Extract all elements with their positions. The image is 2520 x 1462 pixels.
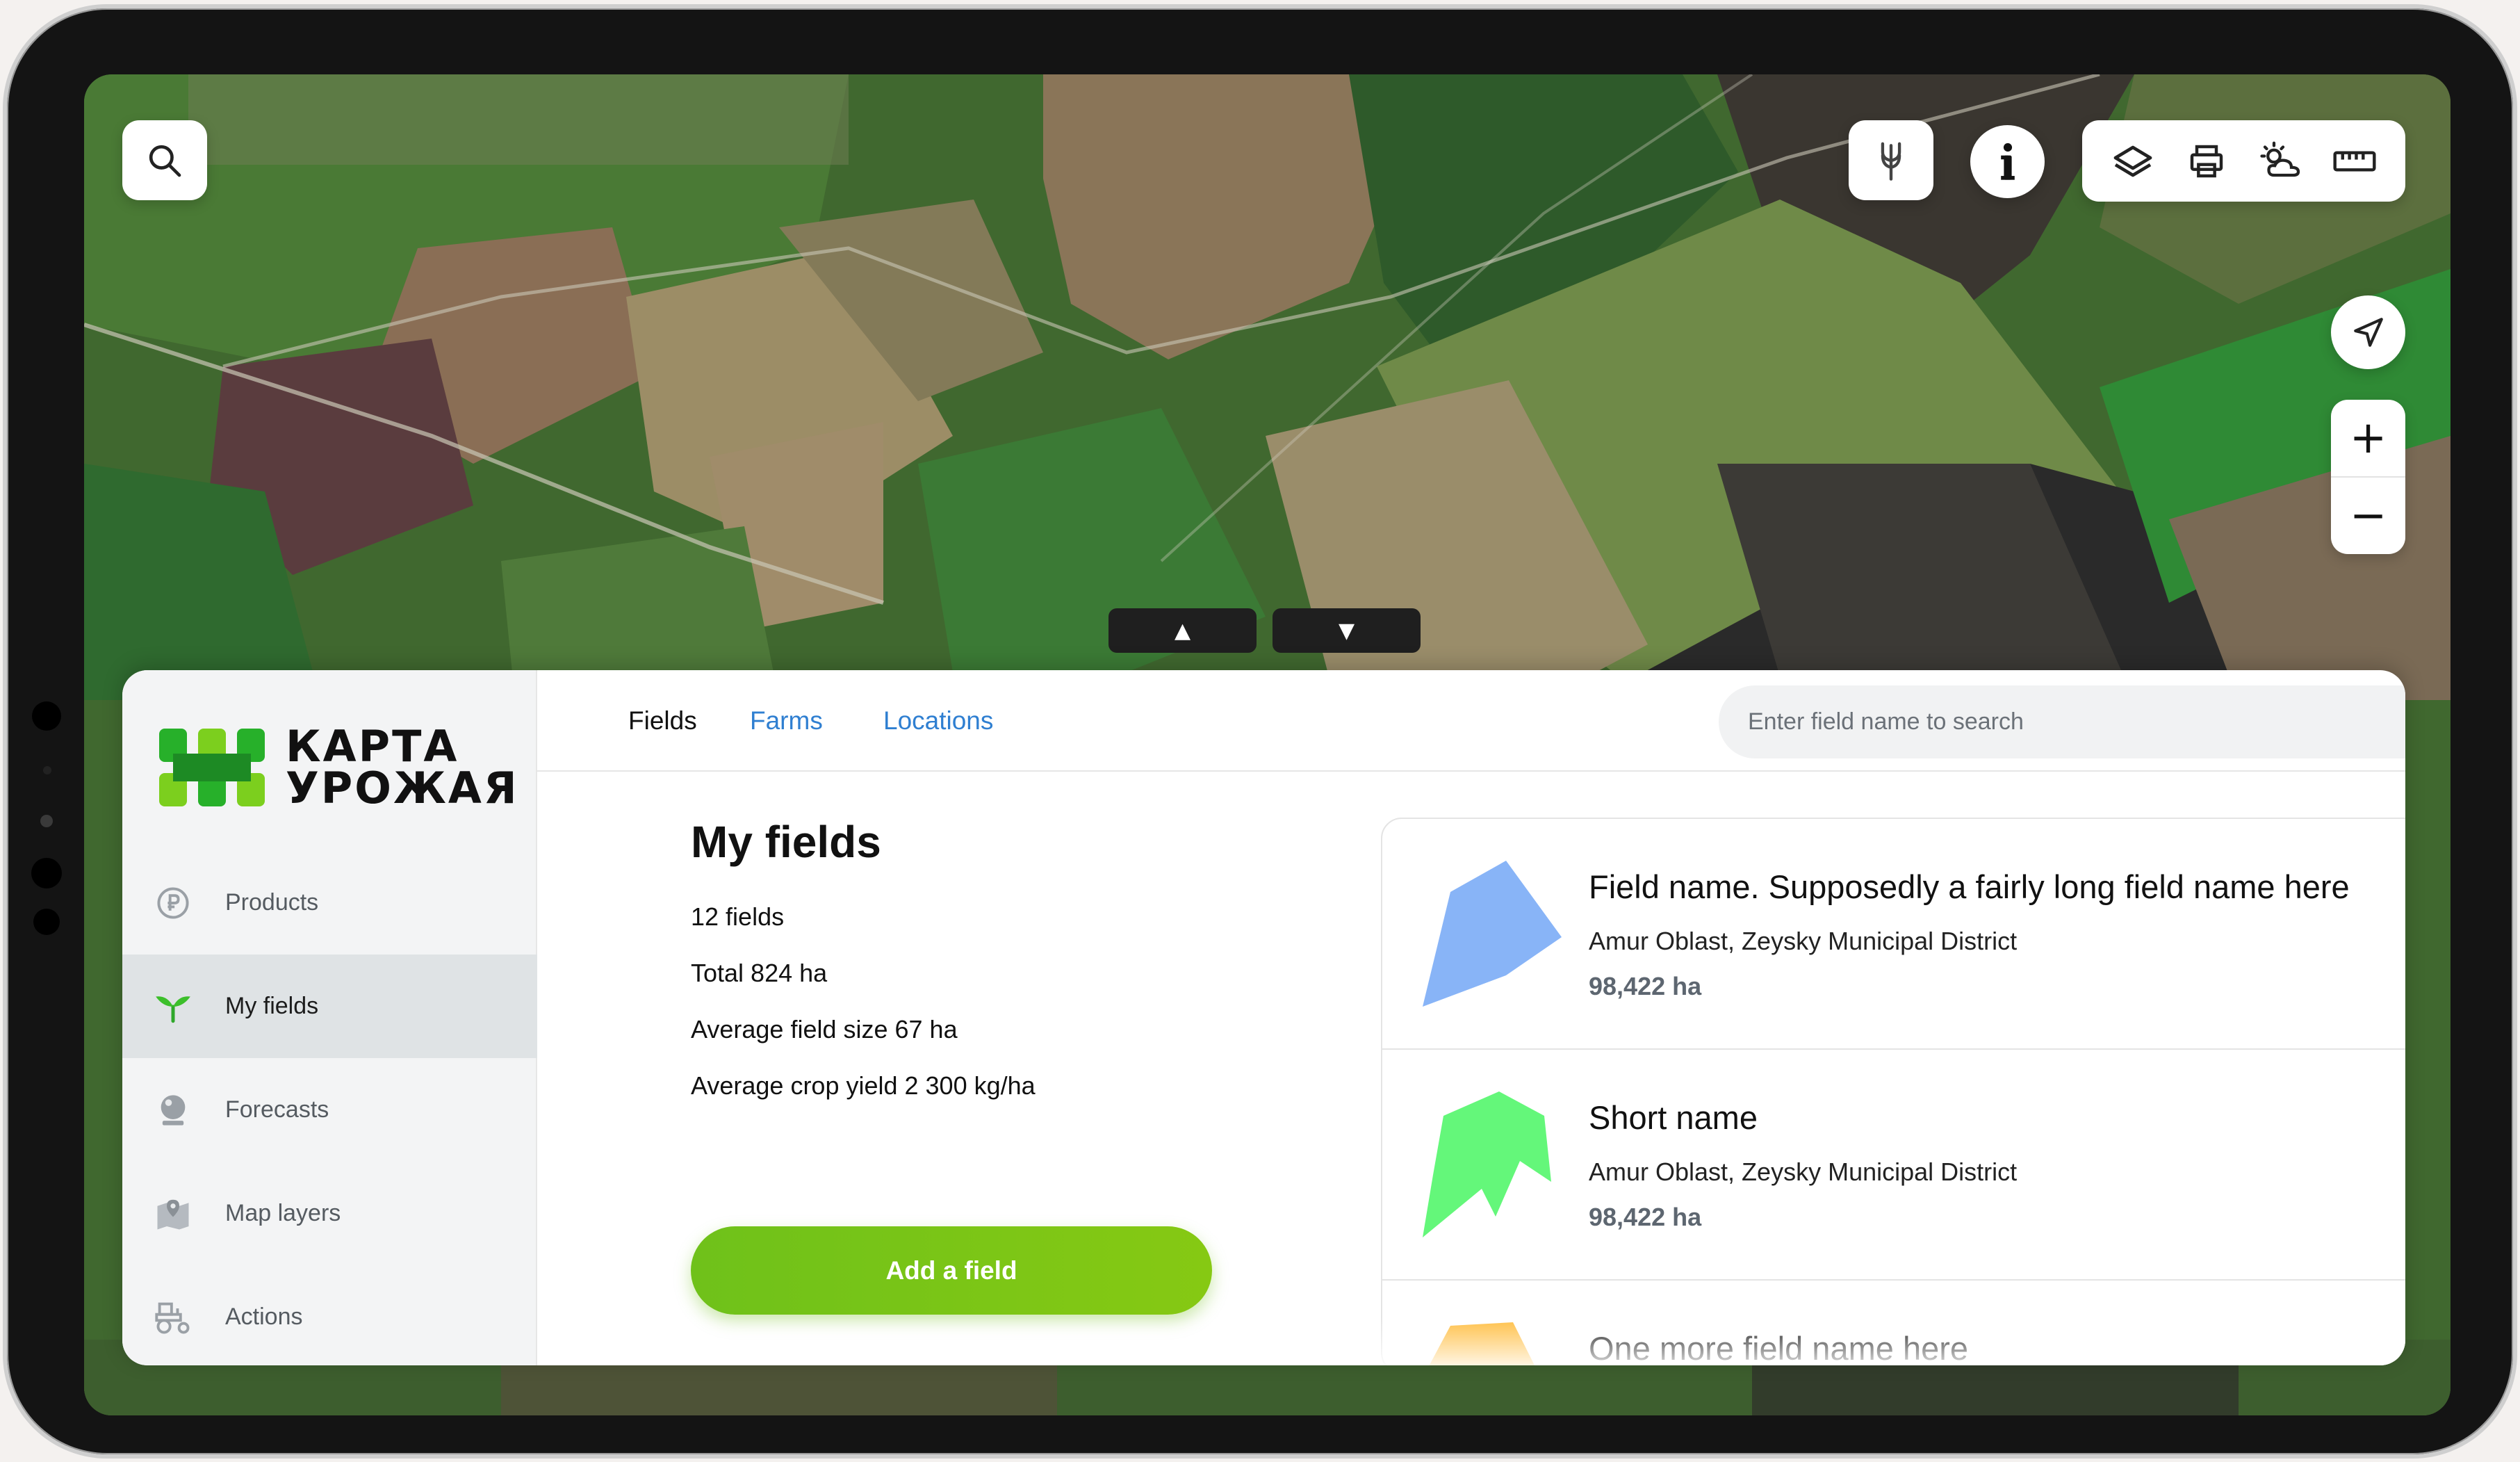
- app-screen: + − ▲ ▼ КАРТА УРОЖАЯ Products My fields …: [84, 74, 2451, 1415]
- field-name: Short name: [1589, 1099, 1758, 1136]
- arrow-down-icon: ▼: [1338, 618, 1355, 643]
- field-name: One more field name here: [1589, 1330, 1969, 1365]
- tablet-frame: + − ▲ ▼ КАРТА УРОЖАЯ Products My fields …: [3, 4, 2517, 1459]
- weather-icon: [2260, 141, 2300, 177]
- zoom-in-button[interactable]: +: [2331, 400, 2405, 476]
- field-list: Field name. Supposedly a fairly long fie…: [1381, 818, 2405, 1365]
- fields-average-yield: Average crop yield 2 300 kg/ha: [691, 1071, 1036, 1100]
- zoom-controls: + −: [2331, 400, 2405, 554]
- page-title: My fields: [691, 817, 881, 867]
- side-sensor: [40, 815, 53, 827]
- ruble-coin-icon: [152, 882, 194, 924]
- field-area: 98,422 ha: [1589, 1203, 1702, 1231]
- sidebar-item-label: My fields: [225, 993, 319, 1019]
- field-shape-icon: [1423, 861, 1562, 1007]
- sidebar-item-my-fields[interactable]: My fields: [122, 955, 537, 1058]
- fields-summary: My fields 12 fields Total 824 ha Average…: [691, 816, 1036, 1128]
- zoom-in-icon: +: [2349, 412, 2387, 464]
- field-card[interactable]: Short name Amur Oblast, Zeysky Municipal…: [1382, 1050, 2405, 1281]
- zoom-out-icon: −: [2349, 490, 2387, 542]
- ruler-icon: [2333, 150, 2376, 172]
- sidebar-nav: Products My fields Forecasts Map layers …: [122, 851, 537, 1365]
- fields-average-size: Average field size 67 ha: [691, 1015, 958, 1043]
- field-search-input[interactable]: [1719, 685, 2405, 758]
- logo-icon: [159, 729, 265, 806]
- printer-icon: [2191, 145, 2223, 177]
- info-button[interactable]: [1970, 125, 2045, 198]
- panel-expand-button[interactable]: ▲: [1108, 608, 1257, 653]
- add-field-button[interactable]: Add a field: [691, 1226, 1212, 1315]
- print-button[interactable]: [2175, 130, 2238, 193]
- sidebar-item-label: Forecasts: [225, 1096, 329, 1123]
- sprout-icon: [152, 986, 194, 1028]
- field-card[interactable]: Field name. Supposedly a fairly long fie…: [1382, 819, 2405, 1050]
- tractor-icon: [152, 1297, 194, 1338]
- map-tool-group: [2082, 120, 2405, 202]
- side-sensor: [43, 766, 51, 774]
- field-polygon: [1423, 861, 1562, 1007]
- side-button: [33, 909, 60, 935]
- wheat-icon: [1881, 142, 1901, 181]
- field-name: Field name. Supposedly a fairly long fie…: [1589, 868, 2350, 905]
- weather-button[interactable]: [2250, 130, 2312, 193]
- sidebar-item-actions[interactable]: Actions: [122, 1265, 537, 1365]
- field-area: 98,422 ha: [1589, 972, 1702, 1000]
- field-shape-icon: [1423, 1091, 1551, 1237]
- zoom-out-button[interactable]: −: [2331, 478, 2405, 554]
- fields-total-area: Total 824 ha: [691, 959, 828, 987]
- crop-button[interactable]: [1849, 120, 1933, 200]
- sidebar-item-products[interactable]: Products: [122, 851, 537, 955]
- fields-count: 12 fields: [691, 902, 785, 931]
- tab-locations[interactable]: Locations: [883, 706, 993, 736]
- app-logo[interactable]: КАРТА УРОЖАЯ: [159, 721, 519, 813]
- field-region: Amur Oblast, Zeysky Municipal District: [1589, 927, 2018, 955]
- panel-tabs: Fields Farms Locations: [537, 670, 2405, 772]
- sidebar: КАРТА УРОЖАЯ Products My fields Forecast…: [122, 670, 537, 1365]
- layers-icon: [2113, 145, 2152, 177]
- ruler-button[interactable]: [2323, 130, 2386, 193]
- locate-icon: [2353, 318, 2383, 347]
- sidebar-item-label: Products: [225, 889, 319, 916]
- fields-panel: КАРТА УРОЖАЯ Products My fields Forecast…: [122, 670, 2405, 1365]
- field-card[interactable]: One more field name here: [1382, 1281, 2405, 1365]
- map-search-button[interactable]: [122, 120, 207, 200]
- field-shape-icon: [1429, 1322, 1535, 1365]
- tab-fields[interactable]: Fields: [628, 706, 697, 736]
- side-button: [32, 701, 61, 731]
- layers-button[interactable]: [2102, 130, 2164, 193]
- field-polygon: [1429, 1322, 1535, 1365]
- sidebar-item-label: Actions: [225, 1303, 303, 1330]
- side-button: [31, 858, 62, 888]
- locate-me-button[interactable]: [2331, 295, 2405, 369]
- sidebar-item-map-layers[interactable]: Map layers: [122, 1162, 537, 1265]
- logo-text: КАРТА УРОЖАЯ: [286, 721, 519, 813]
- arrow-up-icon: ▲: [1174, 618, 1191, 643]
- map-pin-icon: [152, 1193, 194, 1235]
- tab-farms[interactable]: Farms: [750, 706, 823, 736]
- field-polygon: [1423, 1091, 1551, 1237]
- crystal-ball-icon: [152, 1089, 194, 1131]
- field-region: Amur Oblast, Zeysky Municipal District: [1589, 1158, 2018, 1186]
- sidebar-item-forecasts[interactable]: Forecasts: [122, 1058, 537, 1162]
- sidebar-item-label: Map layers: [225, 1200, 341, 1226]
- search-icon: [149, 145, 181, 177]
- panel-collapse-button[interactable]: ▼: [1273, 608, 1421, 653]
- info-icon: [2000, 143, 2015, 180]
